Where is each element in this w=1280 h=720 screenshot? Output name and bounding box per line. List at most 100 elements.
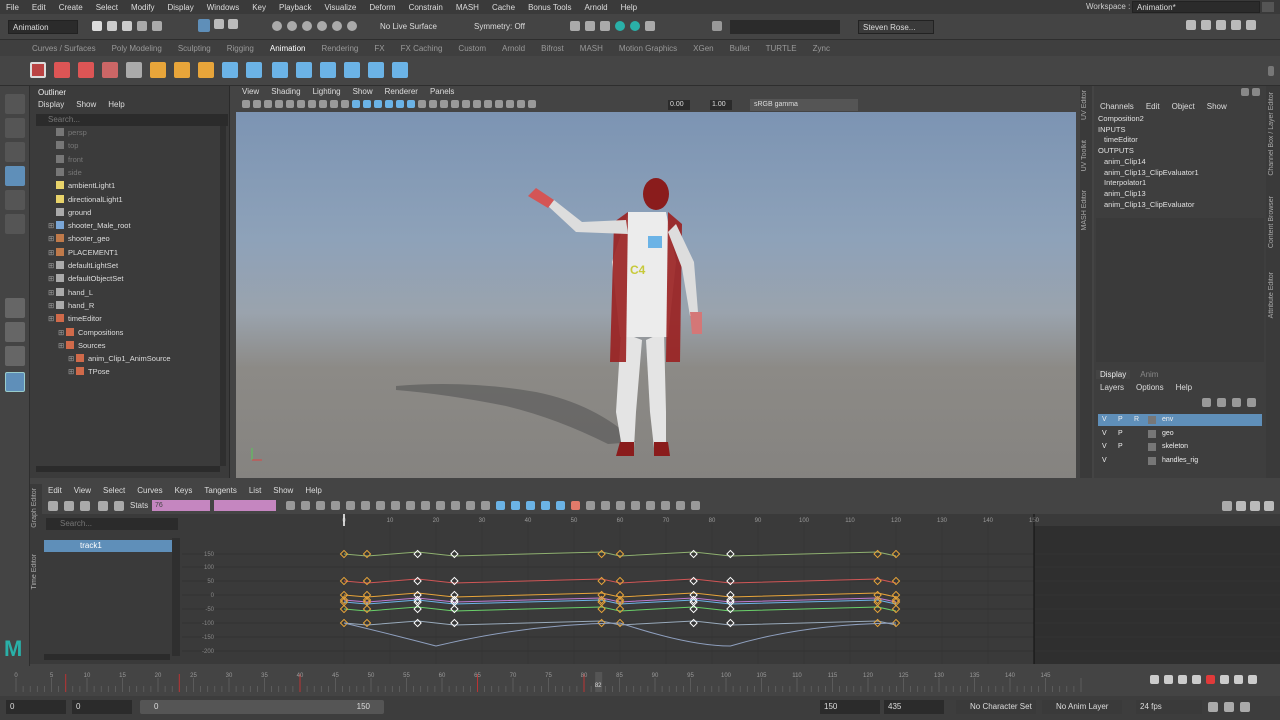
window-button[interactable]	[1262, 2, 1274, 12]
graph-outliner-scrollbar[interactable]	[172, 538, 180, 656]
graph-menu-tangents[interactable]: Tangents	[204, 486, 236, 495]
menu-edit[interactable]: Edit	[32, 3, 46, 12]
parent-constraint-icon[interactable]	[272, 62, 288, 78]
layout-c-icon[interactable]	[1264, 501, 1274, 511]
menu-windows[interactable]: Windows	[207, 3, 239, 12]
play-backwards-icon[interactable]	[1192, 675, 1201, 684]
stats-time-field[interactable]: 76	[152, 500, 210, 511]
center-current-icon[interactable]	[316, 501, 325, 510]
resolution-gate-icon[interactable]	[297, 100, 305, 108]
outliner-item[interactable]: ⊞ timeEditor	[48, 312, 102, 325]
flat-tangent-icon[interactable]	[391, 501, 400, 510]
layer-visibility-toggle[interactable]: V	[1102, 457, 1107, 464]
swap-buffer-icon[interactable]	[451, 501, 460, 510]
lights-icon[interactable]	[396, 100, 404, 108]
move-tool-icon[interactable]	[5, 166, 25, 186]
outliner-item[interactable]: directionalLight1	[48, 193, 123, 206]
anim-layer-dropdown[interactable]: No Anim Layer	[1042, 700, 1122, 714]
xray-icon[interactable]	[473, 100, 481, 108]
channel-box-line[interactable]: INPUTS	[1098, 125, 1126, 134]
outliner-item[interactable]: ⊞ defaultObjectSet	[48, 272, 123, 285]
shelf-tab-curves-surfaces[interactable]: Curves / Surfaces	[32, 44, 96, 53]
uv-editor-tab[interactable]: UV Editor	[1081, 90, 1088, 120]
new-layer-icon[interactable]	[1232, 398, 1241, 407]
camera-icon[interactable]	[517, 100, 525, 108]
motion-blur-icon[interactable]	[429, 100, 437, 108]
layer-color-swatch[interactable]	[1148, 416, 1156, 424]
content-browser-tab[interactable]: Content Browser	[1268, 196, 1275, 248]
outliner-item[interactable]: ground	[48, 206, 91, 219]
quick-command-field[interactable]	[730, 20, 840, 34]
pause-render-icon[interactable]	[645, 21, 655, 31]
outliner-item[interactable]: ⊞ Sources	[58, 339, 106, 352]
character-set-dropdown[interactable]: No Character Set	[956, 700, 1036, 714]
save-scene-icon[interactable]	[122, 21, 132, 31]
time-slider[interactable]: 0 5 10 15 20 25 30 35 40 45 50 55 60 65 70 75 80 85 90 95 10…	[0, 668, 1280, 694]
channel-box-line[interactable]: anim_Clip13	[1104, 189, 1146, 198]
layer-row[interactable]: Vhandles_rig	[1098, 455, 1262, 467]
xray-active-icon[interactable]	[495, 100, 503, 108]
graph-menu-help[interactable]: Help	[305, 486, 321, 495]
layout-a-icon[interactable]	[1236, 501, 1246, 511]
outliner-item[interactable]: ⊞ Compositions	[58, 326, 123, 339]
set-key-icon[interactable]	[30, 62, 46, 78]
ipr-render-icon[interactable]	[600, 21, 610, 31]
expand-icon[interactable]: ⊞	[48, 246, 56, 259]
graph-editor-canvas[interactable]: 0102030405060708090100110120130140150150…	[182, 514, 1280, 664]
breakdown-icon[interactable]	[102, 62, 118, 78]
post-infinity-icon[interactable]	[571, 501, 580, 510]
shelf-tab-motion-graphics[interactable]: Motion Graphics	[619, 44, 677, 53]
attribute-editor-icon[interactable]	[1201, 20, 1211, 30]
tangent-display-icon[interactable]	[631, 501, 640, 510]
menu-key[interactable]: Key	[252, 3, 266, 12]
persp-graph-layout-icon[interactable]	[5, 346, 25, 366]
layer-row[interactable]: V Pgeo	[1098, 428, 1262, 440]
rotate-tool-icon[interactable]	[5, 190, 25, 210]
perspective-viewport[interactable]: C4	[236, 112, 1076, 478]
move-nearest-key-icon[interactable]	[48, 501, 58, 511]
shelf-tab-xgen[interactable]: XGen	[693, 44, 713, 53]
graph-menu-curves[interactable]: Curves	[137, 486, 162, 495]
gate-mask-icon[interactable]	[308, 100, 316, 108]
menu-visualize[interactable]: Visualize	[324, 3, 356, 12]
end-time-field[interactable]: 435	[884, 700, 944, 714]
anti-aliasing-icon[interactable]	[440, 100, 448, 108]
image-plane-icon[interactable]	[264, 100, 272, 108]
channel-box-line[interactable]: Composition2	[1098, 114, 1144, 123]
menu-display[interactable]: Display	[168, 3, 194, 12]
joint-tool-icon[interactable]	[150, 62, 166, 78]
render-frame-icon[interactable]	[570, 21, 580, 31]
uv-toolkit-tab[interactable]: UV Toolkit	[1081, 140, 1088, 171]
expand-icon[interactable]: ⊞	[68, 365, 76, 378]
play-forwards-icon[interactable]	[1220, 675, 1229, 684]
layer-visibility-toggle[interactable]: V	[1102, 430, 1107, 437]
outliner-item[interactable]: front	[48, 153, 83, 166]
graph-menu-keys[interactable]: Keys	[175, 486, 193, 495]
step-tangent-icon[interactable]	[406, 501, 415, 510]
channel-box-float-icon[interactable]	[1252, 88, 1260, 96]
outliner-item[interactable]: ⊞ TPose	[68, 365, 110, 378]
expand-icon[interactable]: ⊞	[48, 312, 56, 325]
outliner-item[interactable]: ⊞ anim_Clip1_AnimSource	[68, 352, 171, 365]
graph-menu-view[interactable]: View	[74, 486, 91, 495]
viewport-menu-renderer[interactable]: Renderer	[385, 87, 418, 96]
textured-icon[interactable]	[385, 100, 393, 108]
record-icon[interactable]	[1206, 675, 1215, 684]
channel-box-line[interactable]: anim_Clip13_ClipEvaluator1	[1104, 168, 1199, 177]
point-constraint-icon[interactable]	[296, 62, 312, 78]
isolate-select-icon[interactable]	[462, 100, 470, 108]
backface-icon[interactable]	[506, 100, 514, 108]
move-layer-down-icon[interactable]	[1217, 398, 1226, 407]
ik-handle-icon[interactable]	[174, 62, 190, 78]
exposure-icon[interactable]	[528, 100, 536, 108]
single-perspective-layout-icon[interactable]	[5, 298, 25, 318]
region-tool-icon[interactable]	[98, 501, 108, 511]
shelf-tab-zync[interactable]: Zync	[813, 44, 830, 53]
timeline-icon[interactable]	[126, 62, 142, 78]
outliner-item[interactable]: persp	[48, 126, 87, 139]
outliner-item[interactable]: ⊞ shooter_geo	[48, 232, 110, 245]
go-to-end-icon[interactable]	[1248, 675, 1257, 684]
step-back-frame-icon[interactable]	[1164, 675, 1173, 684]
field-chart-icon[interactable]	[319, 100, 327, 108]
lasso-tool-icon[interactable]	[5, 118, 25, 138]
